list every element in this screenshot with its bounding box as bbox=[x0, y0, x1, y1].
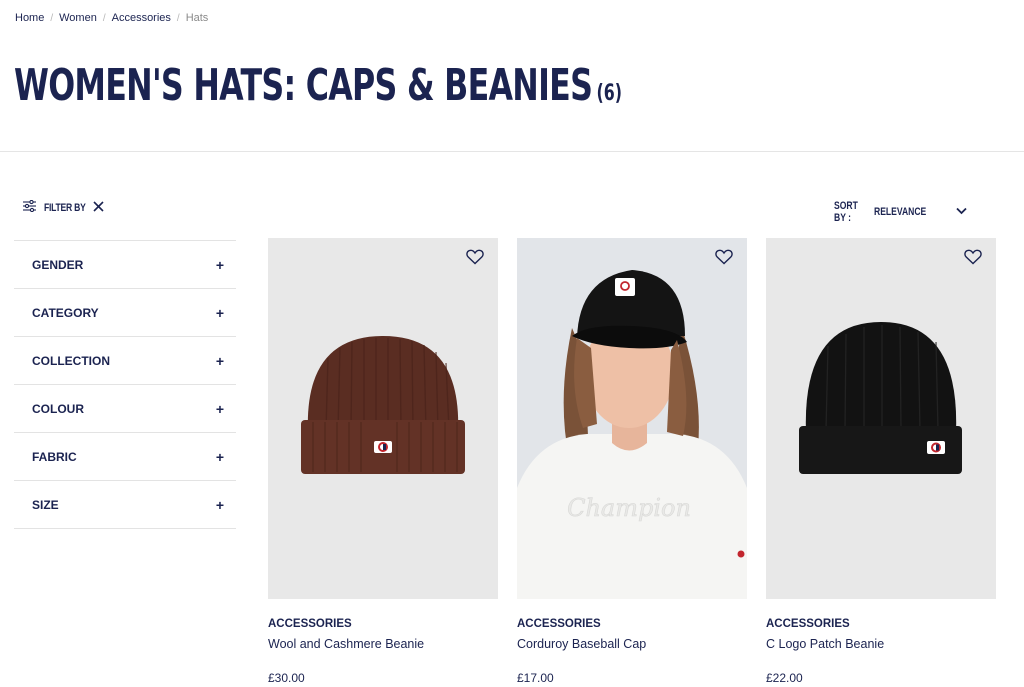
facet-size[interactable]: SIZE + bbox=[14, 481, 236, 529]
facet-label: SIZE bbox=[32, 497, 59, 512]
product-card[interactable]: ACCESSORIES Wool and Cashmere Beanie £30… bbox=[268, 238, 498, 685]
breadcrumb-home[interactable]: Home bbox=[15, 12, 44, 24]
facet-label: COLLECTION bbox=[32, 353, 110, 368]
product-name[interactable]: C Logo Patch Beanie bbox=[766, 637, 996, 651]
filter-facets: GENDER + CATEGORY + COLLECTION + COLOUR + FA… bbox=[14, 240, 236, 529]
page-title-text: WOMEN'S HATS: CAPS & BEANIES bbox=[14, 60, 593, 111]
svg-text:Champion: Champion bbox=[567, 494, 691, 522]
filter-by-label: FILTER BY bbox=[44, 202, 86, 214]
breadcrumb: Home / Women / Accessories / Hats bbox=[15, 12, 208, 24]
sort-by-label: SORT BY : bbox=[834, 200, 858, 224]
breadcrumb-accessories[interactable]: Accessories bbox=[112, 12, 171, 24]
breadcrumb-separator: / bbox=[102, 12, 106, 24]
product-price: £17.00 bbox=[517, 671, 554, 685]
facet-label: COLOUR bbox=[32, 401, 84, 416]
product-category: ACCESSORIES bbox=[766, 618, 850, 630]
product-category: ACCESSORIES bbox=[268, 618, 352, 630]
breadcrumb-separator: / bbox=[176, 12, 180, 24]
filter-sliders-icon bbox=[23, 199, 36, 217]
product-name[interactable]: Corduroy Baseball Cap bbox=[517, 637, 747, 651]
plus-icon[interactable]: + bbox=[216, 449, 224, 465]
plus-icon[interactable]: + bbox=[216, 257, 224, 273]
sort-by-value: RELEVANCE bbox=[874, 206, 927, 218]
product-name[interactable]: Wool and Cashmere Beanie bbox=[268, 637, 498, 651]
product-image-brown-beanie[interactable] bbox=[268, 238, 498, 599]
sort-by-dropdown[interactable]: SORT BY : RELEVANCE bbox=[834, 200, 967, 224]
facet-label: CATEGORY bbox=[32, 305, 99, 320]
breadcrumb-separator: / bbox=[50, 12, 54, 24]
product-count: (6) bbox=[596, 81, 623, 106]
product-image-model-wearing-black-cap[interactable]: Champion bbox=[517, 238, 747, 599]
facet-label: FABRIC bbox=[32, 449, 77, 464]
heart-icon[interactable] bbox=[964, 249, 982, 270]
facet-label: GENDER bbox=[32, 257, 84, 272]
facet-colour[interactable]: COLOUR + bbox=[14, 385, 236, 433]
chevron-down-icon[interactable] bbox=[956, 206, 967, 218]
filter-by-toggle[interactable]: FILTER BY bbox=[23, 199, 104, 217]
product-price: £30.00 bbox=[268, 671, 305, 685]
product-price: £22.00 bbox=[766, 671, 803, 685]
page-title: WOMEN'S HATS: CAPS & BEANIES (6) bbox=[14, 60, 622, 111]
plus-icon[interactable]: + bbox=[216, 305, 224, 321]
product-card[interactable]: ACCESSORIES C Logo Patch Beanie £22.00 bbox=[766, 238, 996, 685]
product-card[interactable]: Champion ACCESSORIES Corduroy Baseball C… bbox=[517, 238, 747, 685]
breadcrumb-women[interactable]: Women bbox=[59, 12, 97, 24]
facet-collection[interactable]: COLLECTION + bbox=[14, 337, 236, 385]
plus-icon[interactable]: + bbox=[216, 353, 224, 369]
product-category: ACCESSORIES bbox=[517, 618, 601, 630]
facet-category[interactable]: CATEGORY + bbox=[14, 289, 236, 337]
close-icon[interactable] bbox=[93, 199, 104, 217]
breadcrumb-current: Hats bbox=[185, 12, 209, 24]
plus-icon[interactable]: + bbox=[216, 401, 224, 417]
header-divider bbox=[0, 151, 1024, 152]
heart-icon[interactable] bbox=[466, 249, 484, 270]
heart-icon[interactable] bbox=[715, 249, 733, 270]
facet-gender[interactable]: GENDER + bbox=[14, 241, 236, 289]
plus-icon[interactable]: + bbox=[216, 497, 224, 513]
product-image-black-beanie[interactable] bbox=[766, 238, 996, 599]
facet-fabric[interactable]: FABRIC + bbox=[14, 433, 236, 481]
